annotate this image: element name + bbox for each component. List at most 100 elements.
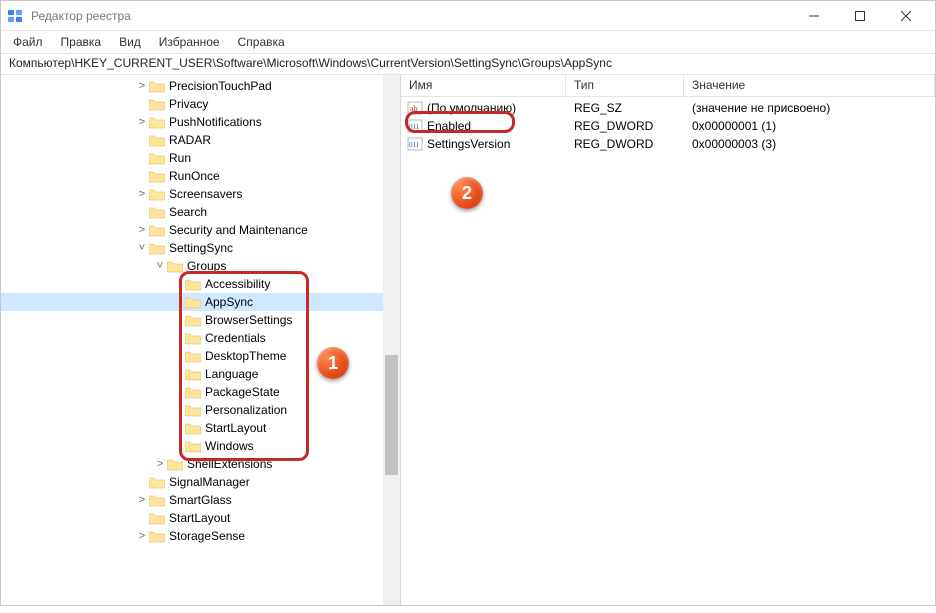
- tree-item[interactable]: > SmartGlass: [1, 491, 400, 509]
- expand-icon[interactable]: ˅: [153, 260, 167, 272]
- values-list[interactable]: ab(По умолчанию)REG_SZ(значение не присв…: [401, 97, 935, 605]
- tree-item-label: SignalManager: [169, 475, 250, 489]
- tree-item-label: Privacy: [169, 97, 208, 111]
- folder-icon: [185, 403, 201, 417]
- tree-item[interactable]: Personalization: [1, 401, 400, 419]
- tree-item[interactable]: AppSync: [1, 293, 400, 311]
- tree-item[interactable]: Credentials: [1, 329, 400, 347]
- tree-item[interactable]: Search: [1, 203, 400, 221]
- scrollbar-thumb[interactable]: [385, 355, 398, 475]
- svg-text:ab: ab: [410, 104, 418, 113]
- regedit-icon: [7, 8, 23, 24]
- folder-icon: [149, 205, 165, 219]
- col-name[interactable]: Имя: [401, 75, 566, 96]
- string-icon: ab: [407, 101, 423, 115]
- tree-item[interactable]: ˅SettingSync: [1, 239, 400, 257]
- close-button[interactable]: [883, 1, 929, 31]
- value-row[interactable]: ab(По умолчанию)REG_SZ(значение не присв…: [401, 99, 935, 117]
- folder-icon: [185, 421, 201, 435]
- tree-item[interactable]: >Screensavers: [1, 185, 400, 203]
- tree-item[interactable]: BrowserSettings: [1, 311, 400, 329]
- registry-tree[interactable]: >PrecisionTouchPad Privacy > PushNotificati…: [1, 75, 400, 547]
- tree-item[interactable]: ˅ Groups: [1, 257, 400, 275]
- tree-item-label: ShellExtensions: [187, 457, 272, 471]
- tree-item-label: Search: [169, 205, 207, 219]
- value-name: Enabled: [427, 119, 471, 133]
- folder-icon: [149, 511, 165, 525]
- folder-icon: [167, 259, 183, 273]
- tree-item-label: Language: [205, 367, 258, 381]
- tree-item[interactable]: Run: [1, 149, 400, 167]
- folder-icon: [149, 493, 165, 507]
- address-bar[interactable]: Компьютер\HKEY_CURRENT_USER\Software\Mic…: [1, 53, 935, 75]
- tree-item[interactable]: StartLayout: [1, 419, 400, 437]
- menu-favorites[interactable]: Избранное: [151, 33, 228, 51]
- folder-icon: [185, 331, 201, 345]
- expand-icon[interactable]: >: [135, 494, 149, 506]
- folder-icon: [185, 349, 201, 363]
- tree-item[interactable]: >Security and Maintenance: [1, 221, 400, 239]
- expand-icon[interactable]: >: [135, 188, 149, 200]
- value-row[interactable]: 011EnabledREG_DWORD0x00000001 (1): [401, 117, 935, 135]
- value-row[interactable]: 011SettingsVersionREG_DWORD0x00000003 (3…: [401, 135, 935, 153]
- tree-item[interactable]: > ShellExtensions: [1, 455, 400, 473]
- maximize-button[interactable]: [837, 1, 883, 31]
- expand-icon[interactable]: >: [153, 458, 167, 470]
- tree-item[interactable]: PackageState: [1, 383, 400, 401]
- menu-edit[interactable]: Правка: [53, 33, 110, 51]
- titlebar: Редактор реестра: [1, 1, 935, 31]
- folder-icon: [149, 475, 165, 489]
- menu-file[interactable]: Файл: [5, 33, 51, 51]
- expand-icon[interactable]: >: [135, 116, 149, 128]
- tree-item[interactable]: RunOnce: [1, 167, 400, 185]
- value-data: (значение не присвоено): [684, 101, 935, 115]
- folder-icon: [149, 529, 165, 543]
- tree-pane: >PrecisionTouchPad Privacy > PushNotificati…: [1, 75, 401, 605]
- expand-icon[interactable]: >: [135, 530, 149, 542]
- tree-item-label: Groups: [187, 259, 226, 273]
- svg-text:011: 011: [409, 141, 420, 149]
- col-type[interactable]: Тип: [566, 75, 684, 96]
- value-name: (По умолчанию): [427, 101, 516, 115]
- folder-icon: [185, 295, 201, 309]
- tree-item[interactable]: DesktopTheme: [1, 347, 400, 365]
- expand-icon[interactable]: >: [135, 80, 149, 92]
- tree-item[interactable]: > PushNotifications: [1, 113, 400, 131]
- expand-icon[interactable]: ˅: [135, 242, 149, 254]
- tree-item[interactable]: >PrecisionTouchPad: [1, 77, 400, 95]
- tree-scrollbar[interactable]: [383, 75, 400, 605]
- minimize-button[interactable]: [791, 1, 837, 31]
- tree-item-label: Personalization: [205, 403, 287, 417]
- tree-item[interactable]: Windows: [1, 437, 400, 455]
- col-value[interactable]: Значение: [684, 75, 935, 96]
- menubar: Файл Правка Вид Избранное Справка: [1, 31, 935, 53]
- tree-item[interactable]: Privacy: [1, 95, 400, 113]
- tree-item[interactable]: Language: [1, 365, 400, 383]
- values-pane: Имя Тип Значение ab(По умолчанию)REG_SZ(…: [401, 75, 935, 605]
- tree-item[interactable]: StartLayout: [1, 509, 400, 527]
- folder-icon: [149, 169, 165, 183]
- tree-item-label: Run: [169, 151, 191, 165]
- dword-icon: 011: [407, 137, 423, 151]
- menu-view[interactable]: Вид: [111, 33, 149, 51]
- folder-icon: [185, 385, 201, 399]
- tree-item[interactable]: Accessibility: [1, 275, 400, 293]
- tree-item-label: PackageState: [205, 385, 280, 399]
- folder-icon: [149, 187, 165, 201]
- menu-help[interactable]: Справка: [230, 33, 293, 51]
- tree-item[interactable]: SignalManager: [1, 473, 400, 491]
- tree-item[interactable]: >StorageSense: [1, 527, 400, 545]
- tree-item-label: SmartGlass: [169, 493, 232, 507]
- folder-icon: [149, 151, 165, 165]
- folder-icon: [149, 241, 165, 255]
- tree-item-label: BrowserSettings: [205, 313, 292, 327]
- expand-icon[interactable]: >: [135, 224, 149, 236]
- value-type: REG_DWORD: [566, 119, 684, 133]
- window-controls: [791, 1, 929, 31]
- tree-item[interactable]: RADAR: [1, 131, 400, 149]
- folder-icon: [185, 439, 201, 453]
- svg-text:011: 011: [409, 123, 420, 131]
- value-name: SettingsVersion: [427, 137, 510, 151]
- folder-icon: [149, 115, 165, 129]
- tree-item-label: PushNotifications: [169, 115, 262, 129]
